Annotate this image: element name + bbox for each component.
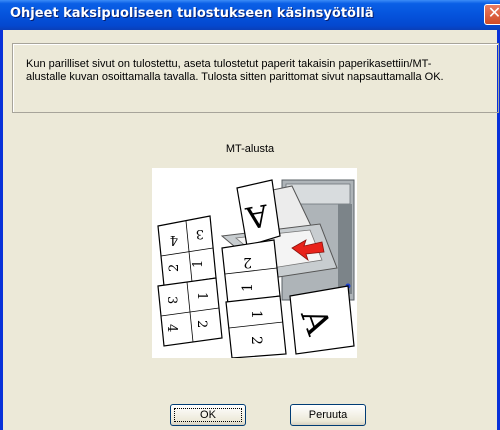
title-bar[interactable]: Ohjeet kaksipuoliseen tulostukseen käsin… [0,0,500,30]
svg-text:1: 1 [194,292,209,300]
svg-text:2: 2 [167,264,182,272]
focus-rect [174,408,242,422]
close-icon: ✕ [487,5,500,22]
svg-text:2: 2 [248,336,264,345]
svg-text:3: 3 [196,226,204,241]
window-title: Ohjeet kaksipuoliseen tulostukseen käsin… [10,6,374,21]
ok-button[interactable]: OK [170,404,246,426]
message-box: Kun parilliset sivut on tulostettu, aset… [12,43,499,113]
printer-mp-tray-icon: A 4 3 2 1 2 1 3 1 4 2 1 2 A [157,179,355,359]
cancel-label: Peruuta [308,409,348,421]
svg-text:2: 2 [194,320,209,328]
svg-text:1: 1 [191,260,206,268]
svg-text:1: 1 [248,310,264,319]
svg-text:3: 3 [164,296,179,304]
svg-text:4: 4 [164,324,179,332]
printer-tray-illustration: A 4 3 2 1 2 1 3 1 4 2 1 2 A [152,168,357,359]
cancel-button[interactable]: Peruuta [290,404,366,426]
svg-text:1: 1 [240,283,256,292]
illustration-caption: MT-alusta [225,143,275,155]
instruction-text: Kun parilliset sivut on tulostettu, aset… [26,58,444,83]
close-button[interactable]: ✕ [484,4,500,25]
dialog-window: Ohjeet kaksipuoliseen tulostukseen käsin… [0,0,500,430]
svg-text:2: 2 [243,254,252,270]
svg-text:4: 4 [170,232,178,247]
